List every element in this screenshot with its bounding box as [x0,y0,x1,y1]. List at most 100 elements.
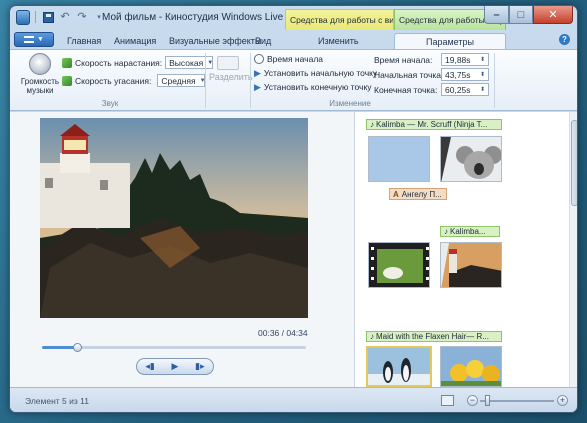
ribbon: Громкость музыки Скорость нарастания: Вы… [10,49,577,111]
music-track-1[interactable]: ♪ Kalimba — Mr. Scruff (Ninja T... [366,119,502,130]
undo-icon[interactable]: ↶ [58,10,72,24]
close-button[interactable]: ✕ [533,6,573,24]
timecode: 00:36 / 04:34 [258,328,308,338]
title-overlay-tag[interactable]: A Ангелу П... [389,188,447,200]
status-bar: Элемент 5 из 11 − + [10,387,577,412]
spinner-arrows-icon: ⬍ [479,87,485,93]
minimize-button[interactable]: – [484,6,509,24]
start-point-field-label: Начальная точка: [374,69,444,80]
koala-thumbnail [441,137,501,181]
music-note-icon: ♪ [444,227,448,236]
set-start-icon: ▶ [254,68,261,78]
start-point-spinner[interactable]: 43,75s ⬍ [441,68,489,81]
maximize-button[interactable]: □ [509,6,533,24]
set-start-point-button[interactable]: ▶ Установить начальную точку [254,68,377,78]
storyboard-clip-tulips[interactable] [440,346,502,387]
tab-animation[interactable]: Анимация [106,33,164,49]
fade-out-label: Скорость угасания: [75,75,152,86]
set-end-icon: ▶ [254,82,261,92]
scrollbar-thumb[interactable] [571,120,577,206]
music-volume-button[interactable]: Громкость музыки [18,53,62,95]
storyboard-clip-koala[interactable] [440,136,502,182]
zoom-slider-thumb[interactable] [485,395,491,406]
spinner-arrows-icon: ⬍ [479,72,485,78]
menu-icon [24,36,35,43]
end-point-spinner[interactable]: 60,25s ⬍ [441,83,489,96]
tab-view[interactable]: Вид [247,33,279,49]
speaker-icon [29,53,51,75]
sound-group-label: Звук [101,99,119,108]
chevron-down-icon: ▼ [37,36,44,43]
music-volume-label: Громкость музыки [20,77,60,95]
lighthouse-thumbnail [441,243,501,287]
split-icon [217,56,239,70]
start-time-field-label: Время начала: [374,54,433,65]
fade-in-icon [62,57,72,68]
storyboard-clip[interactable] [368,136,430,182]
set-end-point-label: Установить конечную точку [263,82,372,92]
clock-icon [254,54,264,64]
thumbnail-size-icon[interactable] [441,395,454,406]
music-note-icon: ♪ [370,120,374,129]
save-icon[interactable] [41,10,55,24]
start-time-value: 19,88s [445,54,471,65]
split-button[interactable]: Разделить [209,56,253,82]
fade-out-icon [62,75,72,86]
video-preview[interactable] [40,118,308,318]
split-label: Разделить [209,72,253,82]
music-track-1-label: Kalimba — Mr. Scruff (Ninja T... [376,120,488,129]
fade-in-row: Скорость нарастания: Высокая ▼ [62,56,213,69]
preview-pane: 00:36 / 04:34 ◂▮ ▶ ▮▸ [10,112,355,387]
video-tools-context-tab[interactable]: Средства для работы с видео [285,9,394,30]
quick-access-toolbar: ↶ ↷ ▾ [16,9,106,25]
set-start-point-label: Установить начальную точку [263,68,378,78]
start-time-field-row: Время начала: 19,88s ⬍ [374,53,489,66]
tulips-thumbnail [441,347,501,386]
storyboard-clip-penguins-selected[interactable] [366,346,432,387]
start-time-spinner[interactable]: 19,88s ⬍ [441,53,489,66]
group-separator [205,53,206,108]
storyboard-clip-film[interactable] [368,242,430,288]
seek-bar[interactable] [42,343,306,352]
spinner-arrows-icon: ⬍ [479,57,485,63]
music-track-2-label: Kalimba... [450,227,486,236]
fade-out-dropdown[interactable]: Средняя ▼ [157,74,206,87]
fade-in-value: Высокая [169,57,204,68]
start-point-value: 43,75s [445,69,471,80]
app-icon[interactable] [16,9,30,25]
tab-options[interactable]: Параметры [394,33,506,49]
film-thumbnail [369,243,429,287]
group-separator [250,53,251,108]
status-text: Элемент 5 из 11 [25,396,89,406]
tab-home[interactable]: Главная [59,33,109,49]
text-a-icon: A [393,189,399,199]
caption-buttons: – □ ✕ [484,6,573,24]
zoom-in-button[interactable]: + [557,395,568,406]
fade-in-label: Скорость нарастания: [75,57,163,68]
set-end-point-button[interactable]: ▶ Установить конечную точку [254,82,372,92]
music-track-3-label: Maid with the Flaxen Hair— R... [376,332,489,341]
start-time-row[interactable]: Время начала [254,54,323,64]
seek-thumb[interactable] [72,343,82,352]
start-point-field-row: Начальная точка: 43,75s ⬍ [374,68,489,81]
file-menu-button[interactable]: ▼ [14,32,54,47]
end-point-field-label: Конечная точка: [374,84,438,95]
music-track-3[interactable]: ♪ Maid with the Flaxen Hair— R... [366,331,502,342]
seek-bar-fill [42,346,77,349]
tab-edit[interactable]: Изменить [310,33,367,49]
previous-frame-icon[interactable]: ◂▮ [145,361,154,372]
zoom-out-button[interactable]: − [467,395,478,406]
music-track-2[interactable]: ♪ Kalimba... [440,226,500,237]
play-icon[interactable]: ▶ [172,361,179,372]
end-point-value: 60,25s [445,84,471,95]
storyboard-scrollbar[interactable] [569,112,577,387]
lighthouse-frame [40,118,308,318]
group-separator [494,53,495,108]
redo-icon[interactable]: ↷ [75,10,89,24]
storyboard: ♪ Kalimba — Mr. Scruff (Ninja T... A Анг… [356,112,569,387]
help-icon[interactable]: ? [559,34,570,45]
playback-controls: ◂▮ ▶ ▮▸ [136,358,214,375]
zoom-slider[interactable] [480,400,554,402]
storyboard-clip-lighthouse[interactable] [440,242,502,288]
next-frame-icon[interactable]: ▮▸ [195,361,204,372]
